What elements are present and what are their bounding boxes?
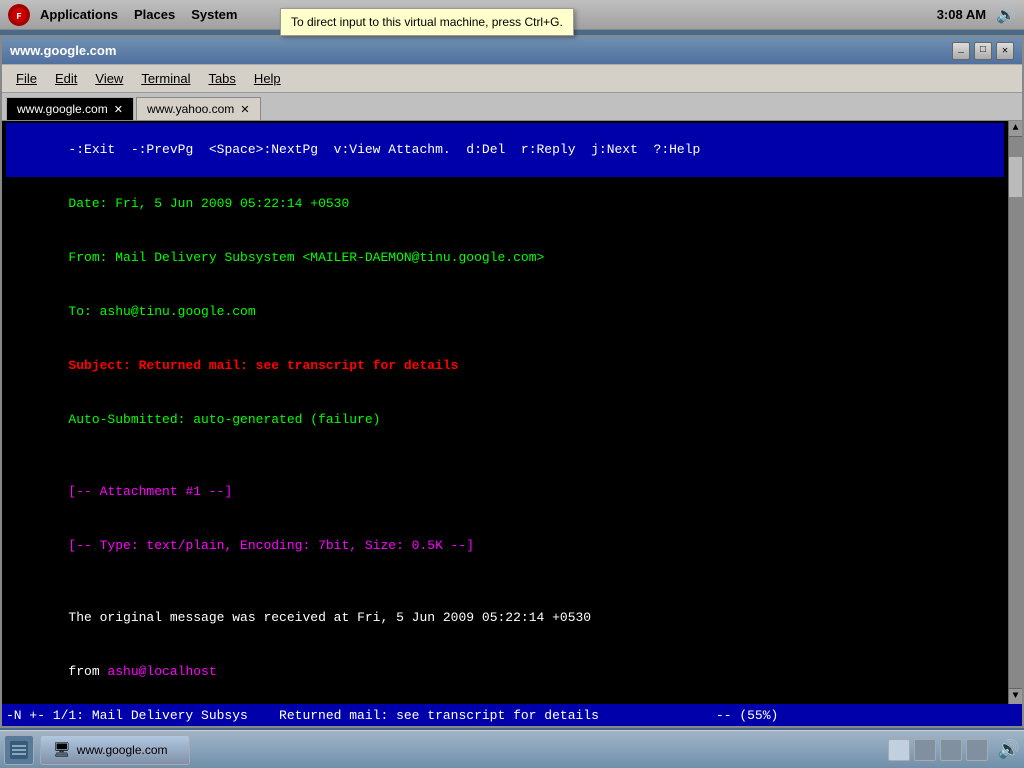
original1: The original message was received at Fri… [6,591,1004,645]
tab-yahoo-close[interactable]: ✕ [240,103,249,116]
blank2 [6,573,1004,591]
email-date: Date: Fri, 5 Jun 2009 05:22:14 +0530 [6,177,1004,231]
speaker-taskbar-icon[interactable]: 🔊 [998,739,1020,761]
system-menu[interactable]: System [185,5,243,24]
maximize-button[interactable]: □ [974,42,992,60]
blank3 [6,699,1004,704]
taskbar: 🖥 www.google.com 🔊 [0,730,1024,768]
command-bar: -:Exit -:PrevPg <Space>:NextPg v:View At… [6,123,1004,177]
close-button[interactable]: ✕ [996,42,1014,60]
scrollbar[interactable]: ▲ ▼ [1008,121,1022,704]
email-auto: Auto-Submitted: auto-generated (failure) [6,393,1004,447]
terminal-window: www.google.com _ □ ✕ File Edit View Term… [0,35,1024,728]
tabs-menu[interactable]: Tabs [200,68,243,89]
pager-btn-2[interactable] [914,739,936,761]
original2: from ashu@localhost [6,645,1004,699]
tab-yahoo[interactable]: www.yahoo.com ✕ [136,97,261,120]
system-bar-right: 3:08 AM 🔊 [937,5,1016,25]
applications-menu[interactable]: Applications [34,5,124,24]
tab-yahoo-label: www.yahoo.com [147,102,234,116]
fedora-icon[interactable]: F [8,4,30,26]
taskbar-applet[interactable] [4,735,34,765]
system-time: 3:08 AM [937,7,986,22]
pager-btn-4[interactable] [966,739,988,761]
email-type: [-- Type: text/plain, Encoding: 7bit, Si… [6,519,1004,573]
system-bar-left: F Applications Places System [8,4,243,26]
file-menu[interactable]: File [8,68,45,89]
help-menu[interactable]: Help [246,68,289,89]
tab-bar: www.google.com ✕ www.yahoo.com ✕ [2,93,1022,121]
tooltip: To direct input to this virtual machine,… [280,8,574,36]
window-title: www.google.com [10,43,116,58]
taskbar-window-label: www.google.com [77,743,168,757]
places-menu[interactable]: Places [128,5,181,24]
window-controls: _ □ ✕ [952,42,1014,60]
terminal-menu[interactable]: Terminal [133,68,198,89]
status-bar: -N +- 1/1: Mail Delivery Subsys Returned… [2,704,1022,726]
email-from: From: Mail Delivery Subsystem <MAILER-DA… [6,231,1004,285]
menu-bar: File Edit View Terminal Tabs Help [2,65,1022,93]
email-attachment: [-- Attachment #1 --] [6,465,1004,519]
taskbar-right: 🔊 [888,739,1020,761]
pager-btn-3[interactable] [940,739,962,761]
email-subject: Subject: Returned mail: see transcript f… [6,339,1004,393]
scrollbar-thumb[interactable] [1009,157,1022,197]
tab-google-close[interactable]: ✕ [114,103,123,116]
pager-btn-1[interactable] [888,739,910,761]
email-to: To: ashu@tinu.google.com [6,285,1004,339]
edit-menu[interactable]: Edit [47,68,85,89]
terminal-text-area[interactable]: -:Exit -:PrevPg <Space>:NextPg v:View At… [2,121,1008,704]
taskbar-window-icon: 🖥 [53,741,71,758]
terminal-content: -:Exit -:PrevPg <Space>:NextPg v:View At… [2,121,1022,704]
svg-text:F: F [16,12,21,22]
view-menu[interactable]: View [87,68,131,89]
blank1 [6,447,1004,465]
window-titlebar: www.google.com _ □ ✕ [2,37,1022,65]
tab-google-label: www.google.com [17,102,108,116]
speaker-icon[interactable]: 🔊 [996,5,1016,25]
tab-google[interactable]: www.google.com ✕ [6,97,134,120]
taskbar-window-button[interactable]: 🖥 www.google.com [40,735,190,765]
minimize-button[interactable]: _ [952,42,970,60]
